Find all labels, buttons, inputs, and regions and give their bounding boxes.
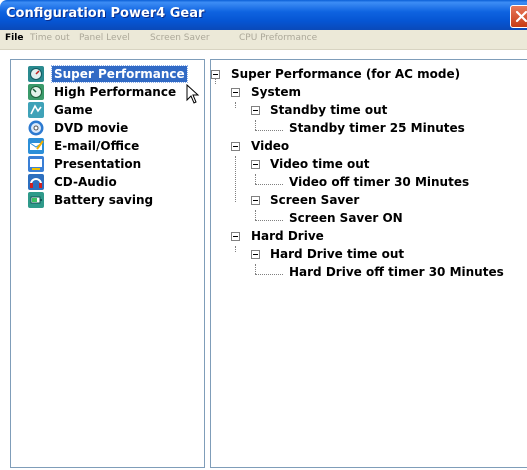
menu-file[interactable]: File — [5, 33, 23, 43]
presentation-icon — [28, 156, 44, 172]
close-icon — [515, 10, 527, 23]
collapse-toggle[interactable] — [231, 142, 240, 151]
tree-connector — [255, 264, 256, 274]
tree-connector — [255, 120, 256, 130]
tree-connector — [255, 130, 283, 131]
super-performance-icon — [28, 66, 44, 82]
tree-connector — [235, 156, 236, 202]
mode-label: High Performance — [54, 85, 177, 99]
game-icon — [28, 102, 44, 118]
collapse-toggle[interactable] — [251, 250, 260, 259]
collapse-toggle[interactable] — [211, 70, 220, 79]
collapse-toggle[interactable] — [231, 232, 240, 241]
cd-audio-icon — [28, 174, 44, 190]
mode-label: CD-Audio — [54, 175, 117, 189]
collapse-toggle[interactable] — [231, 88, 240, 97]
tree-node-standby-timeout[interactable]: Standby time out — [270, 102, 387, 118]
menu-bar: File Time out Panel Level Screen Saver C… — [0, 30, 527, 50]
tree-connector — [255, 184, 283, 185]
tree-node-video-value[interactable]: Video off timer 30 Minutes — [289, 174, 469, 190]
mode-label: Game — [54, 103, 93, 117]
tree-connector — [255, 220, 283, 221]
tree-connector — [235, 102, 236, 108]
mode-label: Presentation — [54, 157, 142, 171]
collapse-toggle[interactable] — [251, 196, 260, 205]
tree-connector — [255, 174, 256, 184]
mouse-cursor-icon — [186, 84, 200, 104]
power-mode-list[interactable]: Super Performance High Performance Game … — [10, 59, 205, 468]
menu-panel-level[interactable]: Panel Level — [79, 33, 130, 43]
window-title: Configuration Power4 Gear — [6, 6, 205, 21]
tree-node-standby-value[interactable]: Standby timer 25 Minutes — [289, 120, 465, 136]
tree-node-video-timeout[interactable]: Video time out — [270, 156, 370, 172]
close-button[interactable] — [510, 5, 527, 28]
tree-node-system[interactable]: System — [251, 84, 301, 100]
tree-node-hard-drive[interactable]: Hard Drive — [251, 228, 324, 244]
tree-node-screen-saver[interactable]: Screen Saver — [270, 192, 359, 208]
high-performance-icon — [28, 84, 44, 100]
email-office-icon — [28, 138, 44, 154]
tree-node-video[interactable]: Video — [251, 138, 289, 154]
collapse-toggle[interactable] — [251, 106, 260, 115]
tree-connector — [255, 210, 256, 220]
tree-connector — [255, 274, 283, 275]
mode-label: Super Performance — [51, 65, 188, 83]
settings-tree[interactable]: Super Performance (for AC mode) System S… — [210, 59, 527, 468]
tree-node-hard-drive-timeout[interactable]: Hard Drive time out — [270, 246, 404, 262]
menu-screen-saver[interactable]: Screen Saver — [150, 33, 210, 43]
mode-label: Battery saving — [54, 193, 154, 207]
menu-time-out[interactable]: Time out — [30, 33, 70, 43]
tree-node-hard-drive-value[interactable]: Hard Drive off timer 30 Minutes — [289, 264, 504, 280]
menu-cpu-performance[interactable]: CPU Preformance — [239, 33, 317, 43]
tree-node-root[interactable]: Super Performance (for AC mode) — [231, 66, 460, 82]
tree-node-screen-saver-value[interactable]: Screen Saver ON — [289, 210, 403, 226]
battery-saving-icon — [28, 192, 44, 208]
collapse-toggle[interactable] — [251, 160, 260, 169]
dvd-movie-icon — [28, 120, 44, 136]
mode-label: E-mail/Office — [54, 139, 140, 153]
title-bar[interactable]: Configuration Power4 Gear — [0, 0, 527, 30]
tree-connector — [235, 246, 236, 252]
mode-label: DVD movie — [54, 121, 129, 135]
